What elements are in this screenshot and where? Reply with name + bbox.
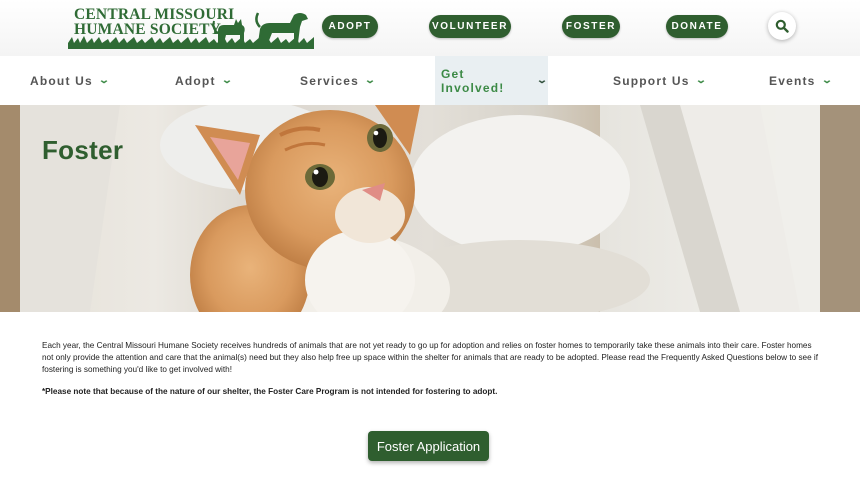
chevron-down-icon: ⌄ (364, 75, 378, 86)
chevron-down-icon: ⌄ (220, 75, 235, 86)
top-header: CENTRAL MISSOURI HUMANE SOCIETY ADOPT VO… (0, 0, 860, 56)
main-nav: About Us ⌄ Adopt ⌄ Services ⌄ Get Involv… (0, 56, 860, 105)
logo-text: CENTRAL MISSOURI HUMANE SOCIETY (74, 6, 235, 38)
chevron-down-icon: ⌄ (820, 75, 835, 86)
search-button[interactable] (768, 12, 796, 40)
adopt-button[interactable]: ADOPT (322, 15, 378, 38)
chevron-down-icon: ⌄ (694, 75, 709, 86)
nav-item-about-us[interactable]: About Us ⌄ (30, 56, 110, 105)
page-title: Foster (42, 135, 124, 165)
kitten-photo (0, 105, 860, 312)
nav-item-events[interactable]: Events ⌄ (769, 56, 832, 105)
nav-item-services[interactable]: Services ⌄ (300, 56, 376, 105)
foster-note: *Please note that because of the nature … (42, 387, 498, 396)
hero-banner: Foster (0, 105, 860, 312)
nav-item-get-involved[interactable]: Get Involved! ⌄ (435, 56, 548, 105)
search-icon (775, 19, 789, 33)
volunteer-button[interactable]: VOLUNTEER (429, 15, 511, 38)
nav-item-adopt[interactable]: Adopt ⌄ (175, 56, 235, 105)
nav-item-label: Services (300, 73, 359, 88)
nav-item-label: Get Involved! (441, 66, 505, 95)
nav-item-label: Support Us (613, 73, 690, 88)
nav-item-label: Adopt (175, 73, 216, 88)
nav-item-label: Events (769, 73, 816, 88)
donate-button[interactable]: DONATE (666, 15, 728, 38)
foster-application-button[interactable]: Foster Application (368, 431, 489, 461)
logo-line-1: CENTRAL MISSOURI (74, 6, 235, 23)
chevron-down-icon: ⌄ (98, 75, 112, 86)
nav-item-label: About Us (30, 73, 93, 88)
foster-button[interactable]: FOSTER (562, 15, 620, 38)
chevron-down-icon: ⌄ (536, 75, 550, 86)
site-logo[interactable]: CENTRAL MISSOURI HUMANE SOCIETY (68, 7, 314, 51)
intro-paragraph: Each year, the Central Missouri Humane S… (42, 341, 819, 375)
nav-item-support-us[interactable]: Support Us ⌄ (613, 56, 709, 105)
logo-line-2: HUMANE SOCIETY (74, 21, 222, 38)
